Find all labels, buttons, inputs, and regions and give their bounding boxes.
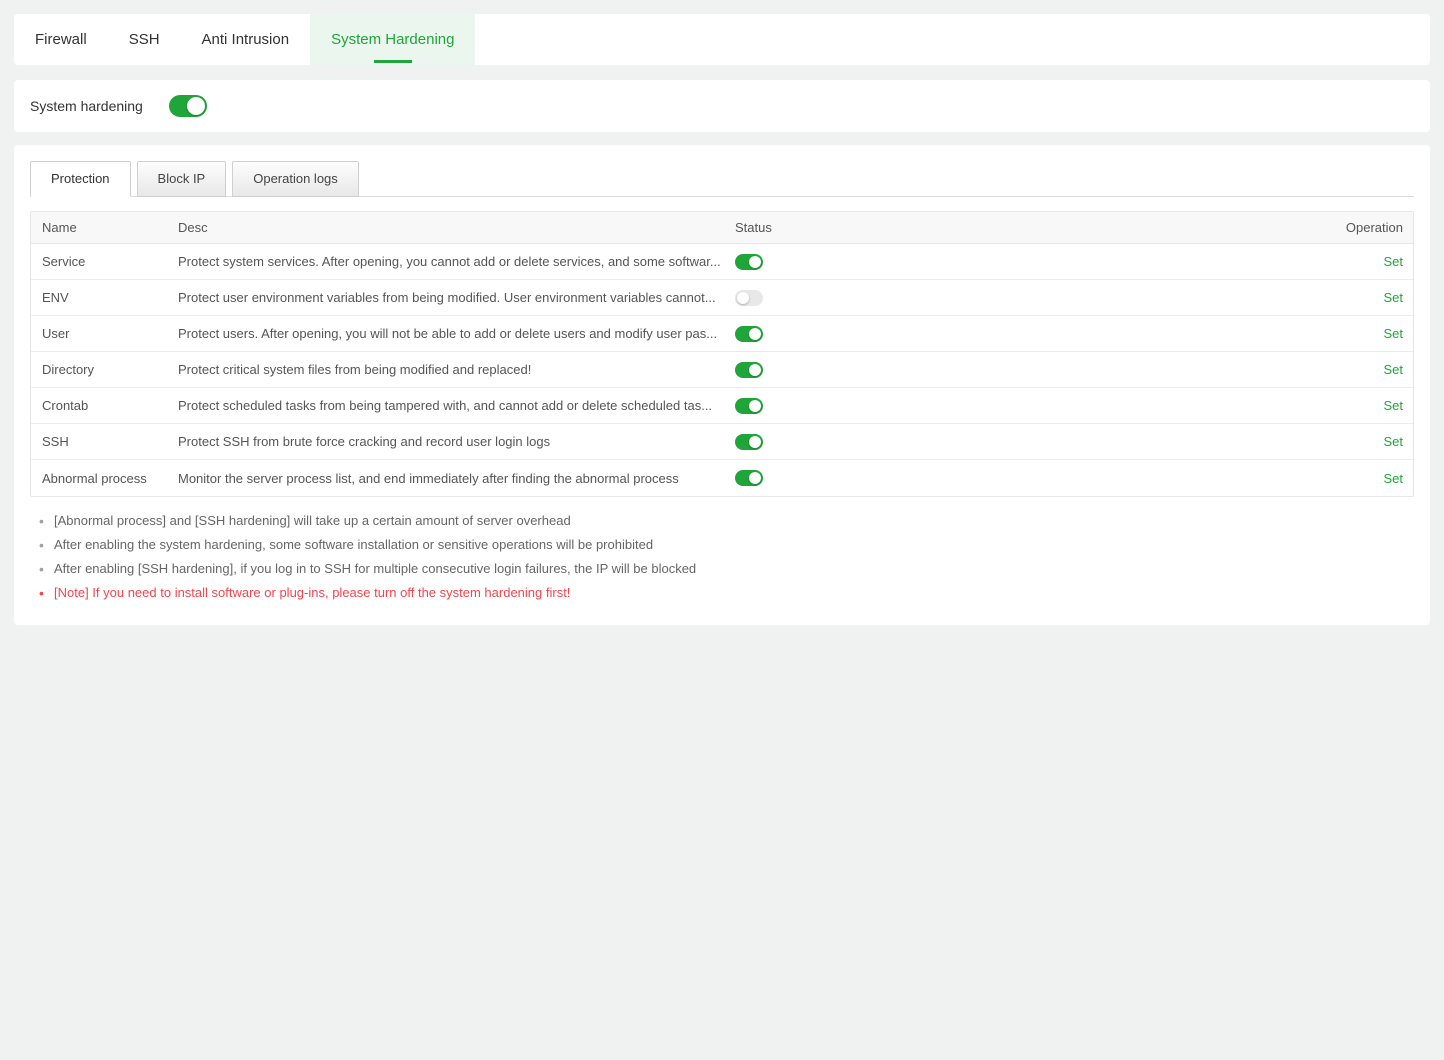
- toggle-knob: [737, 292, 749, 304]
- toggle-knob: [749, 364, 761, 376]
- row-desc: Protect SSH from brute force cracking an…: [178, 434, 735, 449]
- row-operation: Set: [1323, 362, 1403, 377]
- row-operation: Set: [1323, 326, 1403, 341]
- set-link[interactable]: Set: [1383, 434, 1403, 449]
- set-link[interactable]: Set: [1383, 398, 1403, 413]
- row-status-toggle[interactable]: [735, 290, 763, 306]
- table-row-service: ServiceProtect system services. After op…: [31, 244, 1413, 280]
- column-header-name: Name: [42, 220, 178, 235]
- row-desc: Protect system services. After opening, …: [178, 254, 735, 269]
- toggle-knob: [749, 400, 761, 412]
- row-status-toggle[interactable]: [735, 398, 763, 414]
- page: FirewallSSHAnti IntrusionSystem Hardenin…: [0, 0, 1444, 639]
- set-link[interactable]: Set: [1383, 471, 1403, 486]
- table-header: Name Desc Status Operation: [31, 212, 1413, 244]
- column-header-status: Status: [735, 220, 1323, 235]
- tab-ssh[interactable]: SSH: [108, 14, 181, 65]
- row-status: [735, 397, 1323, 414]
- row-status: [735, 253, 1323, 270]
- subtab-operation-logs[interactable]: Operation logs: [232, 161, 359, 197]
- row-operation: Set: [1323, 434, 1403, 449]
- set-link[interactable]: Set: [1383, 290, 1403, 305]
- row-name: User: [42, 326, 178, 341]
- set-link[interactable]: Set: [1383, 362, 1403, 377]
- tab-anti-intrusion[interactable]: Anti Intrusion: [181, 14, 311, 65]
- note-item: After enabling the system hardening, som…: [30, 533, 1414, 557]
- column-header-operation: Operation: [1323, 220, 1403, 235]
- note-warning: [Note] If you need to install software o…: [30, 581, 1414, 605]
- system-hardening-label: System hardening: [30, 98, 143, 114]
- system-hardening-toggle[interactable]: [169, 95, 207, 117]
- row-status-toggle[interactable]: [735, 434, 763, 450]
- tab-system-hardening[interactable]: System Hardening: [310, 14, 475, 65]
- row-status-toggle[interactable]: [735, 470, 763, 486]
- protection-table: Name Desc Status Operation ServiceProtec…: [30, 211, 1414, 497]
- table-row-user: UserProtect users. After opening, you wi…: [31, 316, 1413, 352]
- row-desc: Protect users. After opening, you will n…: [178, 326, 735, 341]
- row-desc: Protect critical system files from being…: [178, 362, 735, 377]
- table-row-directory: DirectoryProtect critical system files f…: [31, 352, 1413, 388]
- notes-list: [Abnormal process] and [SSH hardening] w…: [30, 509, 1414, 605]
- row-status-toggle[interactable]: [735, 326, 763, 342]
- row-name: SSH: [42, 434, 178, 449]
- table-row-abnormal-process: Abnormal processMonitor the server proce…: [31, 460, 1413, 496]
- toggle-knob: [749, 436, 761, 448]
- row-status: [735, 289, 1323, 306]
- row-desc: Protect user environment variables from …: [178, 290, 735, 305]
- row-name: Abnormal process: [42, 471, 178, 486]
- set-link[interactable]: Set: [1383, 254, 1403, 269]
- table-row-env: ENVProtect user environment variables fr…: [31, 280, 1413, 316]
- table-body: ServiceProtect system services. After op…: [31, 244, 1413, 496]
- row-operation: Set: [1323, 254, 1403, 269]
- row-desc: Monitor the server process list, and end…: [178, 471, 735, 486]
- row-name: Service: [42, 254, 178, 269]
- table-row-crontab: CrontabProtect scheduled tasks from bein…: [31, 388, 1413, 424]
- note-item: [Abnormal process] and [SSH hardening] w…: [30, 509, 1414, 533]
- subtab-block-ip[interactable]: Block IP: [137, 161, 227, 197]
- row-status: [735, 325, 1323, 342]
- system-hardening-card: System hardening: [14, 80, 1430, 132]
- row-name: Crontab: [42, 398, 178, 413]
- row-name: ENV: [42, 290, 178, 305]
- row-status: [735, 470, 1323, 487]
- toggle-knob: [749, 472, 761, 484]
- sub-tabbar: ProtectionBlock IPOperation logs: [30, 161, 1414, 197]
- table-row-ssh: SSHProtect SSH from brute force cracking…: [31, 424, 1413, 460]
- row-status: [735, 433, 1323, 450]
- toggle-knob: [187, 97, 205, 115]
- main-card: ProtectionBlock IPOperation logs Name De…: [14, 145, 1430, 625]
- row-operation: Set: [1323, 398, 1403, 413]
- row-status: [735, 361, 1323, 378]
- toggle-knob: [749, 256, 761, 268]
- column-header-desc: Desc: [178, 220, 735, 235]
- toggle-knob: [749, 328, 761, 340]
- row-operation: Set: [1323, 290, 1403, 305]
- row-status-toggle[interactable]: [735, 362, 763, 378]
- row-name: Directory: [42, 362, 178, 377]
- note-item: After enabling [SSH hardening], if you l…: [30, 557, 1414, 581]
- tab-firewall[interactable]: Firewall: [14, 14, 108, 65]
- set-link[interactable]: Set: [1383, 326, 1403, 341]
- subtab-protection[interactable]: Protection: [30, 161, 131, 197]
- row-operation: Set: [1323, 471, 1403, 486]
- row-status-toggle[interactable]: [735, 254, 763, 270]
- main-tabbar: FirewallSSHAnti IntrusionSystem Hardenin…: [14, 14, 1430, 65]
- row-desc: Protect scheduled tasks from being tampe…: [178, 398, 735, 413]
